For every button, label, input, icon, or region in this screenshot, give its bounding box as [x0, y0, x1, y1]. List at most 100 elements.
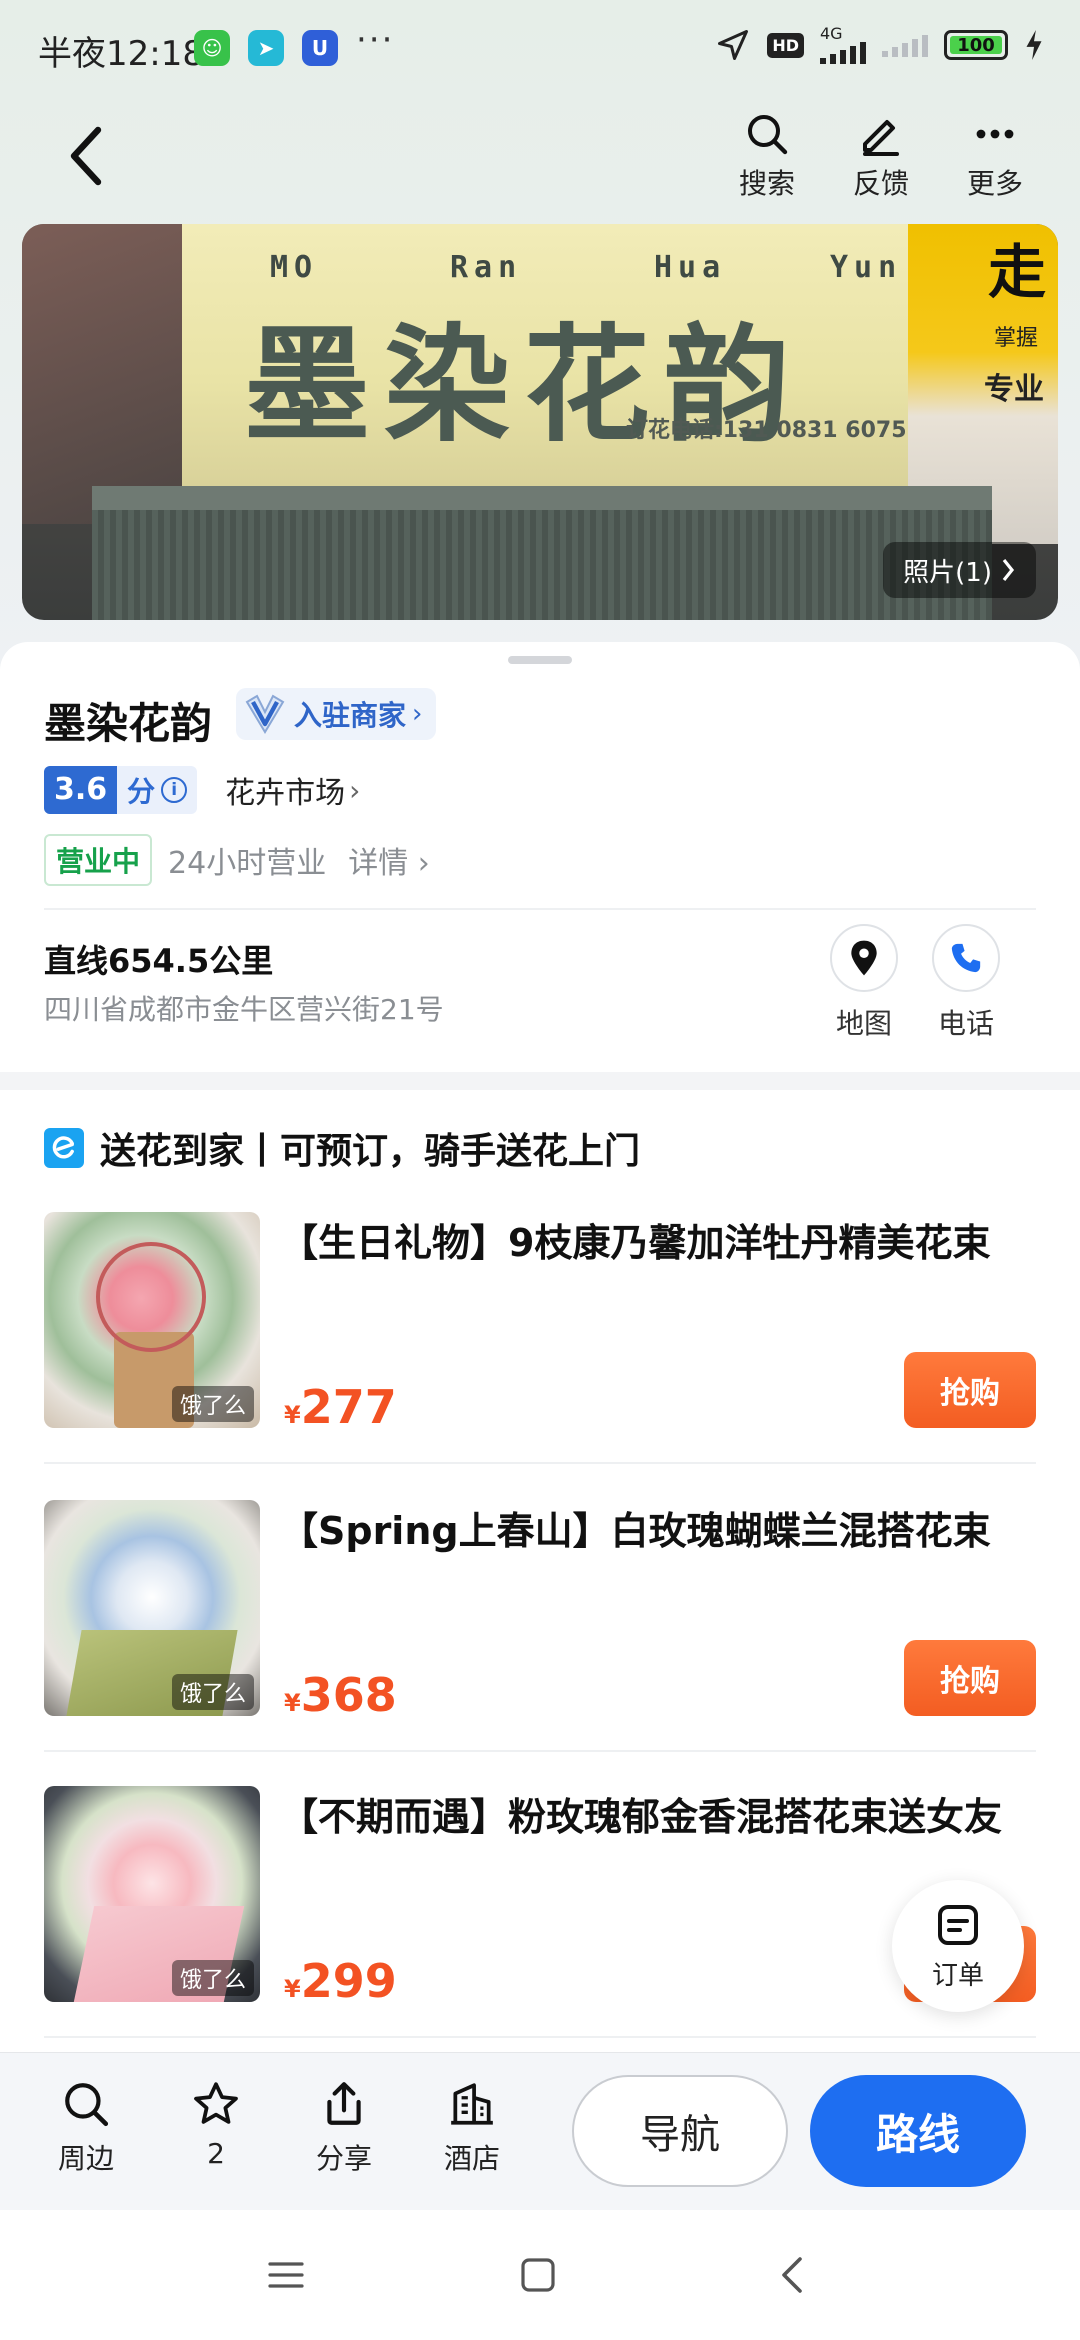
chevron-right-icon: › [349, 773, 361, 807]
hotel-label: 酒店 [443, 2142, 500, 2175]
price-currency: ¥ [284, 1401, 301, 1429]
product-item[interactable]: 饿了么 【Spring上春山】白玫瑰蝴蝶兰混搭花束 ¥368 抢购 [44, 1500, 1036, 1722]
bottom-toolbar: 周边 2 分享 酒店 导航 路线 [0, 2052, 1080, 2210]
signal-strong-group: 4G [820, 26, 866, 64]
rating-row: 3.6 分 i 花卉市场 › [44, 766, 360, 814]
nearby-button[interactable]: 周边 [36, 2079, 136, 2177]
divider [44, 1462, 1036, 1464]
order-list-icon [938, 1904, 978, 1945]
shop-photo-banner[interactable]: 走 掌握 专业 MO Ran Hua Yun 墨染花韵 订花电话:131 083… [22, 224, 1058, 620]
menu-lines-icon [268, 2262, 304, 2288]
share-label: 分享 [315, 2142, 372, 2175]
feedback-pen-icon [863, 120, 899, 156]
delivery-header: 送花到家丨可预订，骑手送花上门 [44, 1122, 640, 1174]
map-pin-icon [851, 940, 877, 976]
header-feedback-button[interactable]: 反馈 [824, 110, 938, 202]
phone-icon [951, 943, 981, 973]
price-value: 277 [300, 1380, 397, 1434]
status-right-group: HD 4G 100 [715, 26, 1044, 64]
photo-count-label: 照片(1) [903, 557, 992, 588]
rating-score: 3.6 [44, 766, 118, 814]
photo-count-button[interactable]: 照片(1) [883, 542, 1036, 598]
product-price: ¥368 [284, 1668, 397, 1722]
divider [44, 908, 1036, 910]
square-home-icon [521, 2258, 555, 2292]
neighbor-sign-sub: 掌握 [993, 326, 1038, 351]
hours-detail-link[interactable]: 详情 › [348, 838, 430, 882]
chevron-right-icon [1002, 559, 1015, 581]
favorite-count: 2 [207, 2137, 225, 2170]
system-back-button[interactable] [762, 2250, 822, 2300]
shop-category-link[interactable]: 花卉市场 [225, 768, 345, 812]
header-search-button[interactable]: 搜索 [710, 110, 824, 202]
shop-name: 墨染花韵 [44, 699, 213, 748]
sign-phone: 订花电话:131 0831 6075 [626, 418, 907, 443]
source-label: 饿了么 [171, 1386, 254, 1422]
hours-row: 营业中 24小时营业 详情 › [44, 834, 430, 886]
order-float-button[interactable]: 订单 [892, 1880, 1024, 2012]
price-currency: ¥ [284, 1689, 301, 1717]
search-icon [65, 2083, 109, 2127]
recent-apps-button[interactable] [256, 2250, 316, 2300]
product-item[interactable]: 饿了么 【不期而遇】粉玫瑰郁金香混搭花束送女友 ¥299 抢购 [44, 1786, 1036, 2008]
source-label: 饿了么 [171, 1674, 254, 1710]
app-notification-icon: U [302, 30, 338, 66]
phone-button[interactable]: 电话 [930, 924, 1002, 1042]
hours-detail-label: 详情 [348, 846, 409, 881]
price-value: 299 [300, 1954, 397, 2008]
map-button[interactable]: 地图 [828, 924, 900, 1042]
favorite-button[interactable]: 2 [166, 2079, 266, 2170]
network-type: 4G [820, 24, 843, 43]
nearby-label: 周边 [57, 2142, 114, 2175]
shop-detail-sheet: 墨染花韵 入驻商家 › 3.6 分 i 花卉市场 › 营业中 24小时营业 详情… [0, 642, 1080, 1072]
merchant-tag-label: 入驻商家 [294, 699, 407, 732]
share-button[interactable]: 分享 [294, 2079, 394, 2177]
header-search-label: 搜索 [738, 167, 795, 200]
verified-v-icon [242, 693, 288, 735]
product-image: 饿了么 [44, 1786, 260, 2002]
divider [44, 1750, 1036, 1752]
share-icon [327, 2082, 361, 2125]
location-arrow-icon [718, 30, 749, 60]
navigate-button[interactable]: 导航 [572, 2075, 788, 2187]
info-icon: i [161, 777, 188, 803]
header-feedback-label: 反馈 [852, 167, 909, 200]
star-icon [194, 2082, 238, 2124]
map-label: 地图 [835, 1007, 892, 1040]
order-label: 订单 [931, 1960, 984, 1991]
buy-button[interactable]: 抢购 [904, 1352, 1036, 1428]
business-hours: 24小时营业 [168, 846, 327, 881]
sign-pinyin-4: Yun [830, 250, 903, 285]
drag-handle[interactable] [508, 656, 572, 664]
phone-circle [932, 924, 1000, 992]
product-price: ¥299 [284, 1954, 397, 2008]
rating-badge[interactable]: 3.6 分 i [44, 766, 198, 814]
hd-badge: HD [767, 32, 804, 58]
charging-bolt-icon [1026, 30, 1042, 60]
delivery-title: 送花到家丨可预订，骑手送花上门 [100, 1131, 641, 1172]
product-item[interactable]: 饿了么 【生日礼物】9枝康乃馨加洋牡丹精美花束 ¥277 抢购 [44, 1212, 1036, 1434]
product-title: 【不期而遇】粉玫瑰郁金香混搭花束送女友 [280, 1795, 1003, 1839]
route-button[interactable]: 路线 [810, 2075, 1026, 2187]
system-nav-bar [0, 2210, 1080, 2340]
back-arrow-icon [782, 2257, 802, 2293]
hotel-button[interactable]: 酒店 [422, 2079, 522, 2177]
status-time: 半夜12:18 [38, 34, 204, 74]
hotel-icon [451, 2083, 493, 2125]
header-actions: 搜索 反馈 更多 [710, 110, 1052, 202]
shop-awning-edge [92, 486, 992, 510]
buy-button[interactable]: 抢购 [904, 1640, 1036, 1716]
map-circle [830, 924, 898, 992]
header-more-button[interactable]: 更多 [938, 110, 1052, 202]
battery-level: 100 [957, 34, 995, 56]
status-bar: 半夜12:18 ☺ ➤ U ··· HD 4G 100 [0, 0, 1080, 96]
product-title: 【Spring上春山】白玫瑰蝴蝶兰混搭花束 [280, 1509, 991, 1553]
address-text[interactable]: 四川省成都市金牛区营兴街21号 [44, 988, 444, 1028]
merchant-tag[interactable]: 入驻商家 › [236, 688, 437, 740]
neighbor-sign-main: 走 [987, 238, 1046, 306]
source-label: 饿了么 [171, 1960, 254, 1996]
chevron-left-icon [70, 126, 102, 186]
back-button[interactable] [58, 124, 114, 188]
home-button[interactable] [508, 2250, 568, 2300]
sign-pinyin-3: Hua [654, 250, 727, 285]
